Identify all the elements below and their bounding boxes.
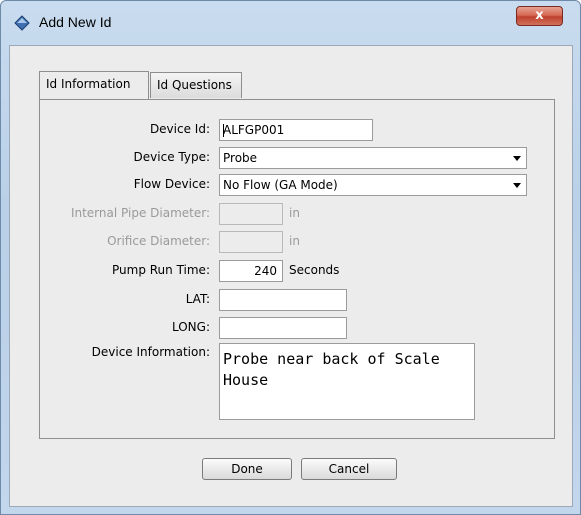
internal-pipe-diameter-label: Internal Pipe Diameter:: [70, 206, 210, 220]
cancel-button-label: Cancel: [328, 462, 370, 476]
done-button-label: Done: [231, 462, 263, 476]
chevron-down-icon: [513, 183, 521, 188]
pump-run-time-value: 240: [254, 264, 277, 278]
device-type-select[interactable]: Probe: [219, 147, 527, 169]
tab-label: Id Questions: [157, 78, 232, 92]
device-type-label: Device Type:: [133, 150, 210, 164]
orifice-diameter-unit: in: [289, 234, 300, 248]
close-icon: x: [535, 8, 544, 23]
long-label: LONG:: [171, 320, 210, 334]
title-bar[interactable]: Add New Id x: [1, 1, 580, 43]
device-id-label: Device Id:: [149, 122, 210, 136]
pump-run-time-input[interactable]: 240: [219, 260, 283, 282]
add-new-id-dialog: Add New Id x Id Information Id Questions…: [0, 0, 581, 515]
tab-label: Id Information: [46, 77, 131, 91]
done-button[interactable]: Done: [202, 458, 292, 480]
cancel-button[interactable]: Cancel: [301, 458, 397, 480]
tab-id-questions[interactable]: Id Questions: [150, 72, 242, 98]
long-input[interactable]: [219, 317, 347, 339]
device-information-textarea[interactable]: Probe near back of Scale House: [219, 343, 475, 420]
id-information-panel: Device Id: ALFGP001 Device Type: Probe F…: [39, 99, 555, 439]
pump-run-time-unit: Seconds: [289, 263, 340, 277]
lat-label: LAT:: [185, 292, 210, 306]
chevron-down-icon: [513, 156, 521, 161]
text-caret: [223, 124, 224, 137]
diamond-app-icon: [14, 15, 30, 31]
device-id-value: ALFGP001: [223, 123, 285, 137]
flow-device-label: Flow Device:: [133, 177, 210, 191]
device-id-input[interactable]: ALFGP001: [219, 119, 373, 141]
tab-id-information[interactable]: Id Information: [39, 71, 149, 99]
device-type-value: Probe: [223, 151, 258, 165]
orifice-diameter-label: Orifice Diameter:: [107, 234, 210, 248]
close-button[interactable]: x: [516, 6, 563, 26]
internal-pipe-diameter-input[interactable]: [219, 203, 283, 225]
device-information-label: Device Information:: [91, 345, 210, 359]
pump-run-time-label: Pump Run Time:: [112, 263, 210, 277]
dialog-body: Id Information Id Questions Device Id: A…: [9, 45, 573, 507]
lat-input[interactable]: [219, 289, 347, 311]
flow-device-select[interactable]: No Flow (GA Mode): [219, 174, 527, 196]
flow-device-value: No Flow (GA Mode): [223, 178, 338, 192]
internal-pipe-diameter-unit: in: [289, 206, 300, 220]
window-title: Add New Id: [39, 14, 112, 30]
orifice-diameter-input[interactable]: [219, 231, 283, 253]
